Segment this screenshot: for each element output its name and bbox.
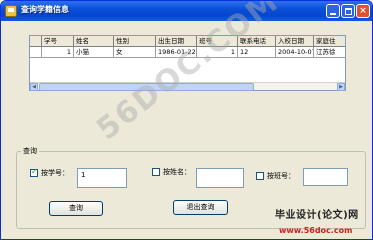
watermark-brand: 毕业设计(论文)网 www.56doc.com [275, 206, 371, 239]
maximize-icon [345, 8, 352, 15]
maximize-button[interactable] [341, 4, 355, 18]
column-header-selector[interactable] [30, 36, 42, 47]
cell-enroll-date[interactable]: 2004-10-07 [276, 47, 314, 58]
app-icon [5, 5, 17, 17]
cell-student-id[interactable]: 1 [42, 47, 74, 58]
exit-query-button[interactable]: 退出查询 [173, 200, 228, 215]
query-button[interactable]: 查询 [49, 201, 103, 216]
by-name-checkbox[interactable] [152, 168, 160, 176]
column-header-student-id[interactable]: 学号 [42, 36, 74, 47]
column-header-name[interactable]: 姓名 [74, 36, 114, 47]
cell-name[interactable]: 小猫 [74, 47, 114, 58]
brand-url: www.56doc.com [279, 226, 353, 235]
close-button[interactable]: × [356, 4, 370, 18]
window-title: 查询学籍信息 [21, 5, 69, 14]
scroll-left-icon[interactable]: ◀ [30, 83, 38, 91]
student-id-input[interactable]: 1 [77, 168, 127, 188]
minimize-icon [330, 13, 336, 15]
name-input[interactable] [196, 168, 244, 188]
title-bar[interactable]: 查询学籍信息 × [1, 1, 372, 21]
column-header-home-address[interactable]: 家庭住 [314, 36, 345, 47]
by-id-checkbox[interactable] [30, 167, 38, 177]
cell-phone[interactable]: 12 [238, 47, 276, 58]
column-header-gender[interactable]: 性别 [114, 36, 156, 47]
scroll-right-icon[interactable]: ▶ [337, 83, 345, 91]
cell-gender[interactable]: 女 [114, 47, 156, 58]
by-class-label: 按班号： [267, 172, 295, 180]
minimize-button[interactable] [326, 4, 340, 18]
query-student-window: 查询学籍信息 × 学号 姓名 性别 出生日期 班号 联系电话 入校日期 家庭住 … [0, 0, 373, 240]
row-selector[interactable] [30, 47, 42, 58]
by-name-label: 按姓名： [163, 168, 191, 176]
class-id-input[interactable] [303, 168, 348, 186]
cell-home-address[interactable]: 江苏徐 [314, 47, 345, 58]
by-class-checkbox[interactable] [256, 172, 264, 180]
column-header-enroll-date[interactable]: 入校日期 [276, 36, 314, 47]
query-group-title: 查询 [21, 146, 39, 156]
close-icon: × [359, 6, 367, 16]
by-id-label: 按学号： [41, 169, 69, 177]
brand-title: 毕业设计(论文)网 [275, 210, 359, 221]
